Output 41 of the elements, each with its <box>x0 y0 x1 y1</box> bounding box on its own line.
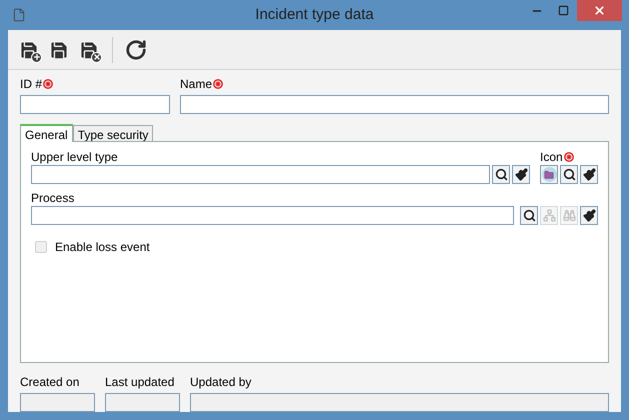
document-icon <box>12 8 26 22</box>
id-input[interactable] <box>20 95 170 114</box>
clear-button[interactable] <box>512 165 530 184</box>
maximize-icon <box>558 5 569 16</box>
brush-icon <box>582 209 596 222</box>
field-label: Last updated <box>105 375 176 389</box>
field-label: Name <box>180 77 609 91</box>
field-label: Created on <box>20 375 80 389</box>
search-icon <box>562 168 576 181</box>
refresh-icon <box>125 38 147 60</box>
search-button[interactable] <box>492 165 510 184</box>
readonly-input[interactable] <box>20 393 95 412</box>
brush-icon <box>582 168 596 181</box>
checkbox-label: Enable loss event <box>55 239 150 256</box>
search-button[interactable] <box>520 206 538 225</box>
folder-icon <box>542 167 556 182</box>
field-label: Upper level type <box>31 150 119 164</box>
upper-level-type-input[interactable] <box>31 165 490 184</box>
clear-button[interactable] <box>580 206 598 225</box>
tab[interactable]: General <box>20 124 73 142</box>
brush-icon <box>514 168 528 181</box>
search-icon <box>494 168 508 181</box>
checkbox[interactable] <box>35 241 47 253</box>
name-input[interactable] <box>180 95 609 114</box>
field-label: Process <box>31 191 76 205</box>
tab[interactable]: Type security <box>72 125 154 141</box>
readonly-input[interactable] <box>190 393 609 412</box>
search-button[interactable] <box>560 165 578 184</box>
hierarchy-icon <box>542 209 556 222</box>
close-button[interactable] <box>577 0 622 21</box>
field-label: ID # <box>20 77 170 91</box>
icon-picker-button[interactable] <box>540 165 558 184</box>
search-icon <box>522 209 536 222</box>
process-input[interactable] <box>31 206 514 225</box>
readonly-input[interactable] <box>105 393 180 412</box>
clear-button[interactable] <box>580 165 598 184</box>
window-title: Incident type data <box>254 4 375 25</box>
close-icon <box>593 4 606 17</box>
field-label: Icon <box>540 150 598 164</box>
binoculars-icon <box>562 209 576 222</box>
field-label: Updated by <box>190 375 252 389</box>
